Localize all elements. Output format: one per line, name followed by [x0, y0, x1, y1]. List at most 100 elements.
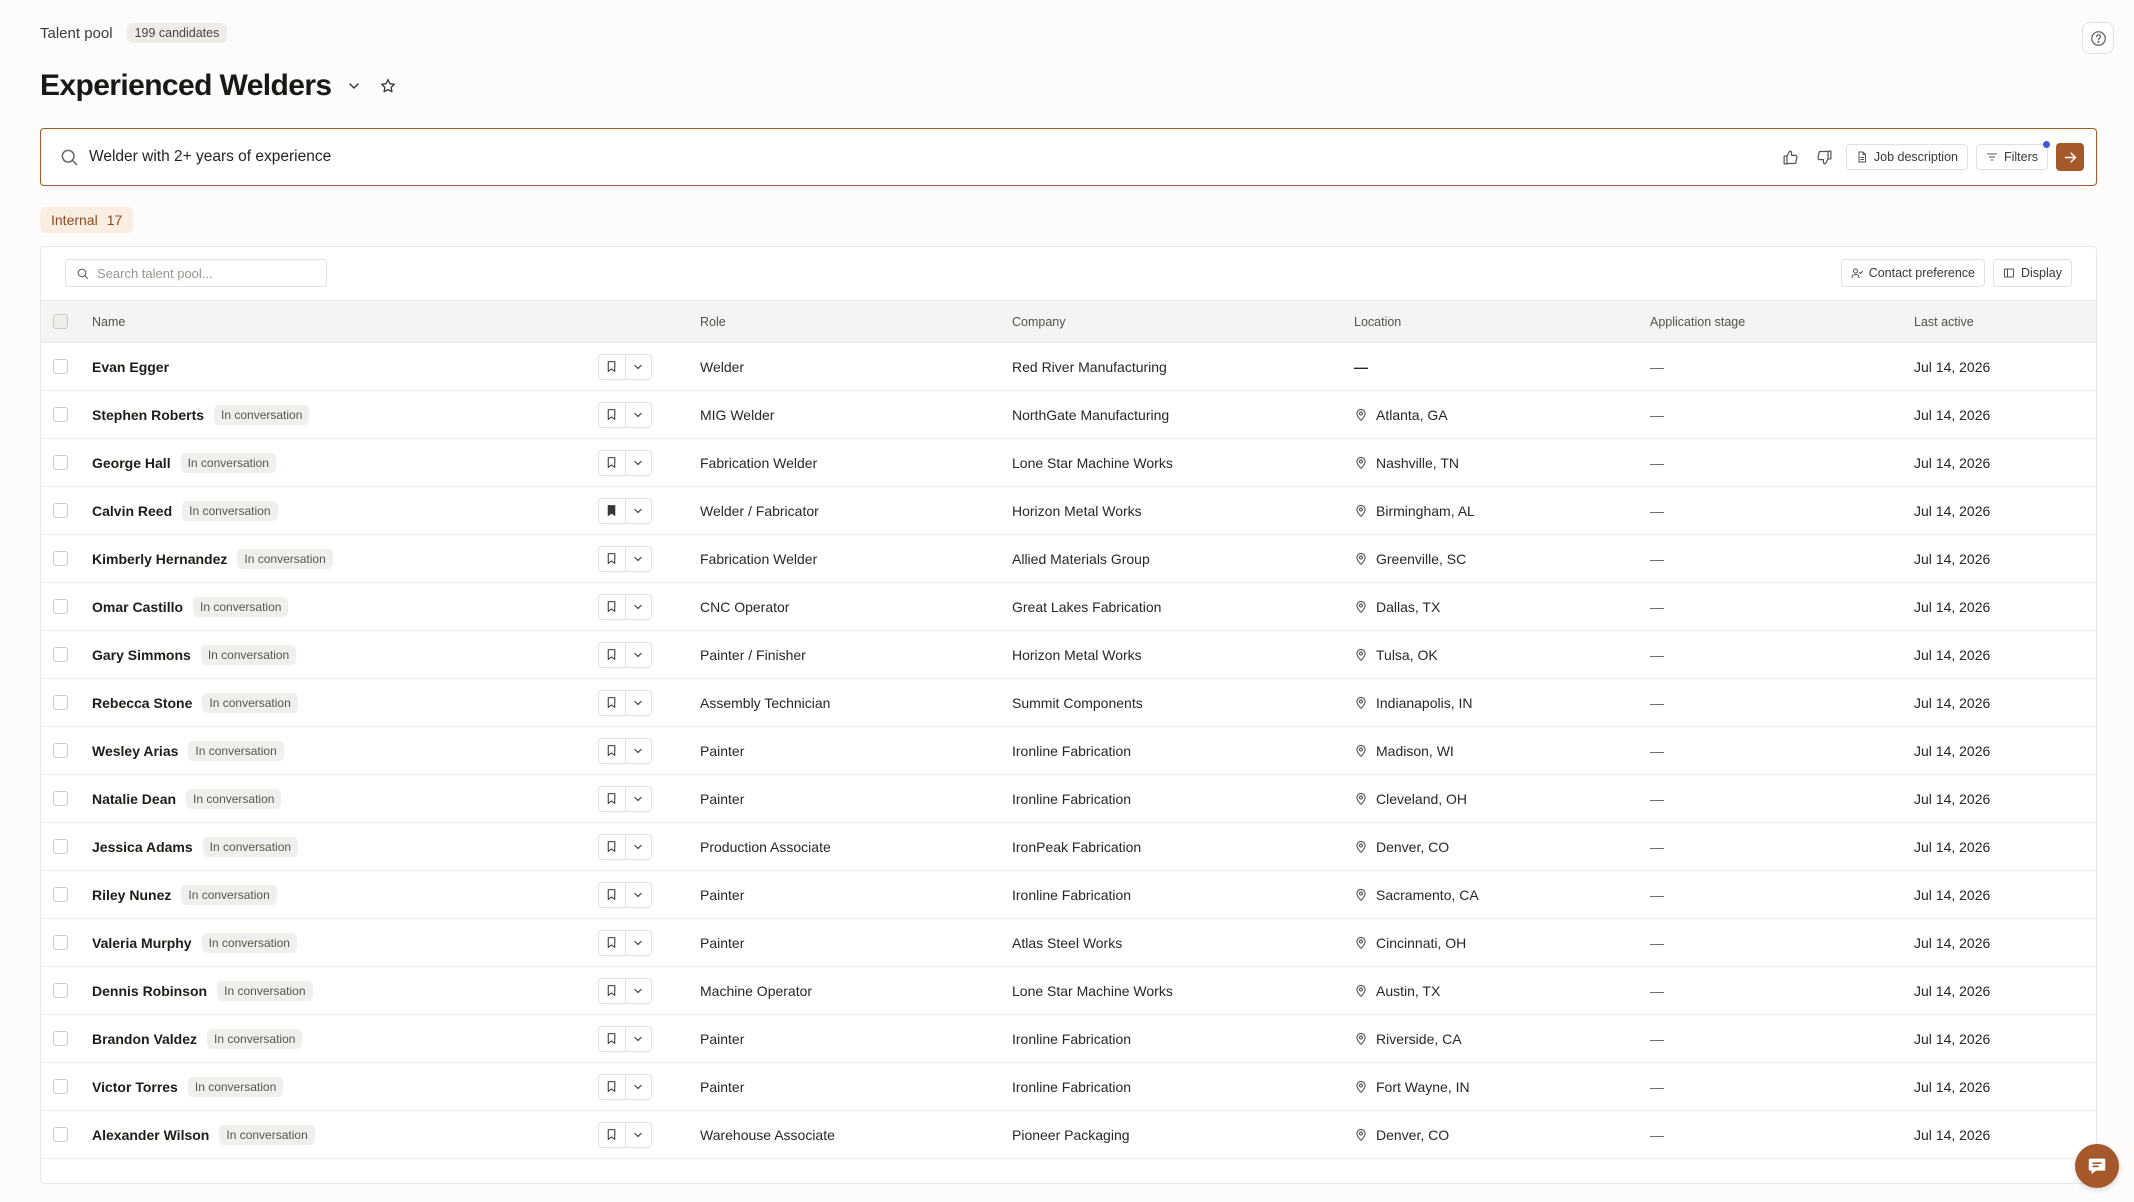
bookmark-button[interactable] [599, 1123, 625, 1147]
candidate-name[interactable]: Valeria Murphy [92, 935, 192, 951]
candidate-name-cell[interactable]: Alexander Wilson In conversation [92, 1111, 315, 1158]
candidate-name[interactable]: Stephen Roberts [92, 407, 204, 423]
candidate-name-cell[interactable]: Kimberly Hernandez In conversation [92, 535, 333, 582]
row-menu-button[interactable] [624, 1074, 652, 1099]
column-header-location[interactable]: Location [1354, 301, 1401, 342]
bookmark-button[interactable] [599, 787, 625, 811]
candidate-name-cell[interactable]: Victor Torres In conversation [92, 1063, 284, 1110]
table-row[interactable]: Brandon Valdez In conversation Painter Ir… [41, 1015, 2096, 1063]
candidate-name-cell[interactable]: Omar Castillo In conversation [92, 583, 289, 630]
row-checkbox[interactable] [53, 631, 69, 678]
row-menu-button[interactable] [624, 786, 652, 811]
candidate-name[interactable]: Brandon Valdez [92, 1031, 197, 1047]
row-menu-button[interactable] [624, 402, 652, 427]
bookmark-button[interactable] [599, 547, 625, 571]
job-description-button[interactable]: Job description [1845, 144, 1968, 170]
row-checkbox[interactable] [53, 439, 69, 486]
table-row[interactable]: Stephen Roberts In conversation MIG Welde… [41, 391, 2096, 439]
candidate-name-cell[interactable]: Calvin Reed In conversation [92, 487, 278, 534]
row-menu-button[interactable] [624, 354, 652, 379]
bookmark-button[interactable] [599, 883, 625, 907]
bookmark-button[interactable] [599, 643, 625, 667]
bookmark-button[interactable] [599, 451, 625, 475]
row-checkbox[interactable] [53, 967, 69, 1014]
row-checkbox[interactable] [53, 391, 69, 438]
column-header-last-active[interactable]: Last active [1914, 301, 1974, 342]
talent-pool-search-input[interactable] [97, 265, 307, 281]
candidate-name[interactable]: Riley Nunez [92, 887, 171, 903]
bookmark-button[interactable] [599, 403, 625, 427]
search-query-text[interactable]: Welder with 2+ years of experience [89, 148, 1778, 166]
row-checkbox[interactable] [53, 535, 69, 582]
bookmark-button[interactable] [599, 931, 625, 955]
bookmark-button[interactable] [599, 691, 625, 715]
table-row[interactable]: Natalie Dean In conversation Painter Iron… [41, 775, 2096, 823]
contact-preference-button[interactable]: Contact preference [1840, 259, 1985, 287]
row-menu-button[interactable] [624, 1122, 652, 1147]
talent-pool-search[interactable] [65, 259, 327, 287]
bookmark-button[interactable] [599, 499, 625, 523]
table-row[interactable]: Riley Nunez In conversation Painter Ironl… [41, 871, 2096, 919]
row-checkbox[interactable] [53, 1111, 69, 1158]
column-header-stage[interactable]: Application stage [1650, 301, 1745, 342]
candidate-name-cell[interactable]: Natalie Dean In conversation [92, 775, 282, 822]
candidate-name[interactable]: George Hall [92, 455, 171, 471]
table-row[interactable]: Valeria Murphy In conversation Painter At… [41, 919, 2096, 967]
row-menu-button[interactable] [624, 690, 652, 715]
candidate-name[interactable]: Victor Torres [92, 1079, 178, 1095]
column-header-role[interactable]: Role [700, 301, 726, 342]
candidate-name[interactable]: Dennis Robinson [92, 983, 207, 999]
table-row[interactable]: Rebecca Stone In conversation Assembly Te… [41, 679, 2096, 727]
tab-internal[interactable]: Internal 17 [40, 207, 134, 233]
favorite-button[interactable] [376, 74, 400, 98]
bookmark-button[interactable] [599, 739, 625, 763]
candidate-name-cell[interactable]: Jessica Adams In conversation [92, 823, 299, 870]
candidate-name[interactable]: Jessica Adams [92, 839, 193, 855]
table-row[interactable]: George Hall In conversation Fabrication W… [41, 439, 2096, 487]
row-menu-button[interactable] [624, 450, 652, 475]
row-menu-button[interactable] [624, 882, 652, 907]
row-checkbox[interactable] [53, 487, 69, 534]
row-menu-button[interactable] [624, 498, 652, 523]
filters-button[interactable]: Filters [1975, 141, 2050, 170]
row-checkbox[interactable] [53, 679, 69, 726]
bookmark-button[interactable] [599, 595, 625, 619]
table-row[interactable]: Kimberly Hernandez In conversation Fabric… [41, 535, 2096, 583]
candidate-name-cell[interactable]: Evan Egger [92, 343, 169, 390]
bookmark-button[interactable] [599, 1027, 625, 1051]
candidate-name[interactable]: Alexander Wilson [92, 1127, 209, 1143]
table-row[interactable]: Alexander Wilson In conversation Warehous… [41, 1111, 2096, 1159]
row-menu-button[interactable] [624, 930, 652, 955]
table-row[interactable]: Calvin Reed In conversation Welder / Fabr… [41, 487, 2096, 535]
thumbs-down-button[interactable] [1812, 144, 1838, 170]
select-all-checkbox[interactable] [53, 301, 69, 342]
candidate-name[interactable]: Evan Egger [92, 359, 169, 375]
table-row[interactable]: Wesley Arias In conversation Painter Iron… [41, 727, 2096, 775]
help-button[interactable] [2082, 22, 2114, 54]
row-menu-button[interactable] [624, 642, 652, 667]
bookmark-button[interactable] [599, 355, 625, 379]
row-menu-button[interactable] [624, 594, 652, 619]
candidate-name[interactable]: Calvin Reed [92, 503, 172, 519]
candidate-name[interactable]: Kimberly Hernandez [92, 551, 227, 567]
column-header-name[interactable]: Name [92, 301, 125, 342]
candidate-name[interactable]: Wesley Arias [92, 743, 178, 759]
candidate-name-cell[interactable]: Wesley Arias In conversation [92, 727, 284, 774]
row-checkbox[interactable] [53, 727, 69, 774]
table-row[interactable]: Omar Castillo In conversation CNC Operato… [41, 583, 2096, 631]
row-menu-button[interactable] [624, 834, 652, 859]
row-checkbox[interactable] [53, 823, 69, 870]
table-row[interactable]: Victor Torres In conversation Painter Iro… [41, 1063, 2096, 1111]
row-menu-button[interactable] [624, 546, 652, 571]
candidate-name-cell[interactable]: Brandon Valdez In conversation [92, 1015, 303, 1062]
thumbs-up-button[interactable] [1778, 144, 1804, 170]
row-checkbox[interactable] [53, 1063, 69, 1110]
row-checkbox[interactable] [53, 775, 69, 822]
table-row[interactable]: Evan Egger Welder Red River Manufacturin… [41, 343, 2096, 391]
candidate-name-cell[interactable]: Rebecca Stone In conversation [92, 679, 298, 726]
display-button[interactable]: Display [1993, 259, 2072, 287]
breadcrumb-talent-pool[interactable]: Talent pool [40, 25, 113, 42]
title-dropdown-button[interactable] [342, 74, 366, 98]
candidate-name[interactable]: Natalie Dean [92, 791, 176, 807]
bookmark-button[interactable] [599, 835, 625, 859]
